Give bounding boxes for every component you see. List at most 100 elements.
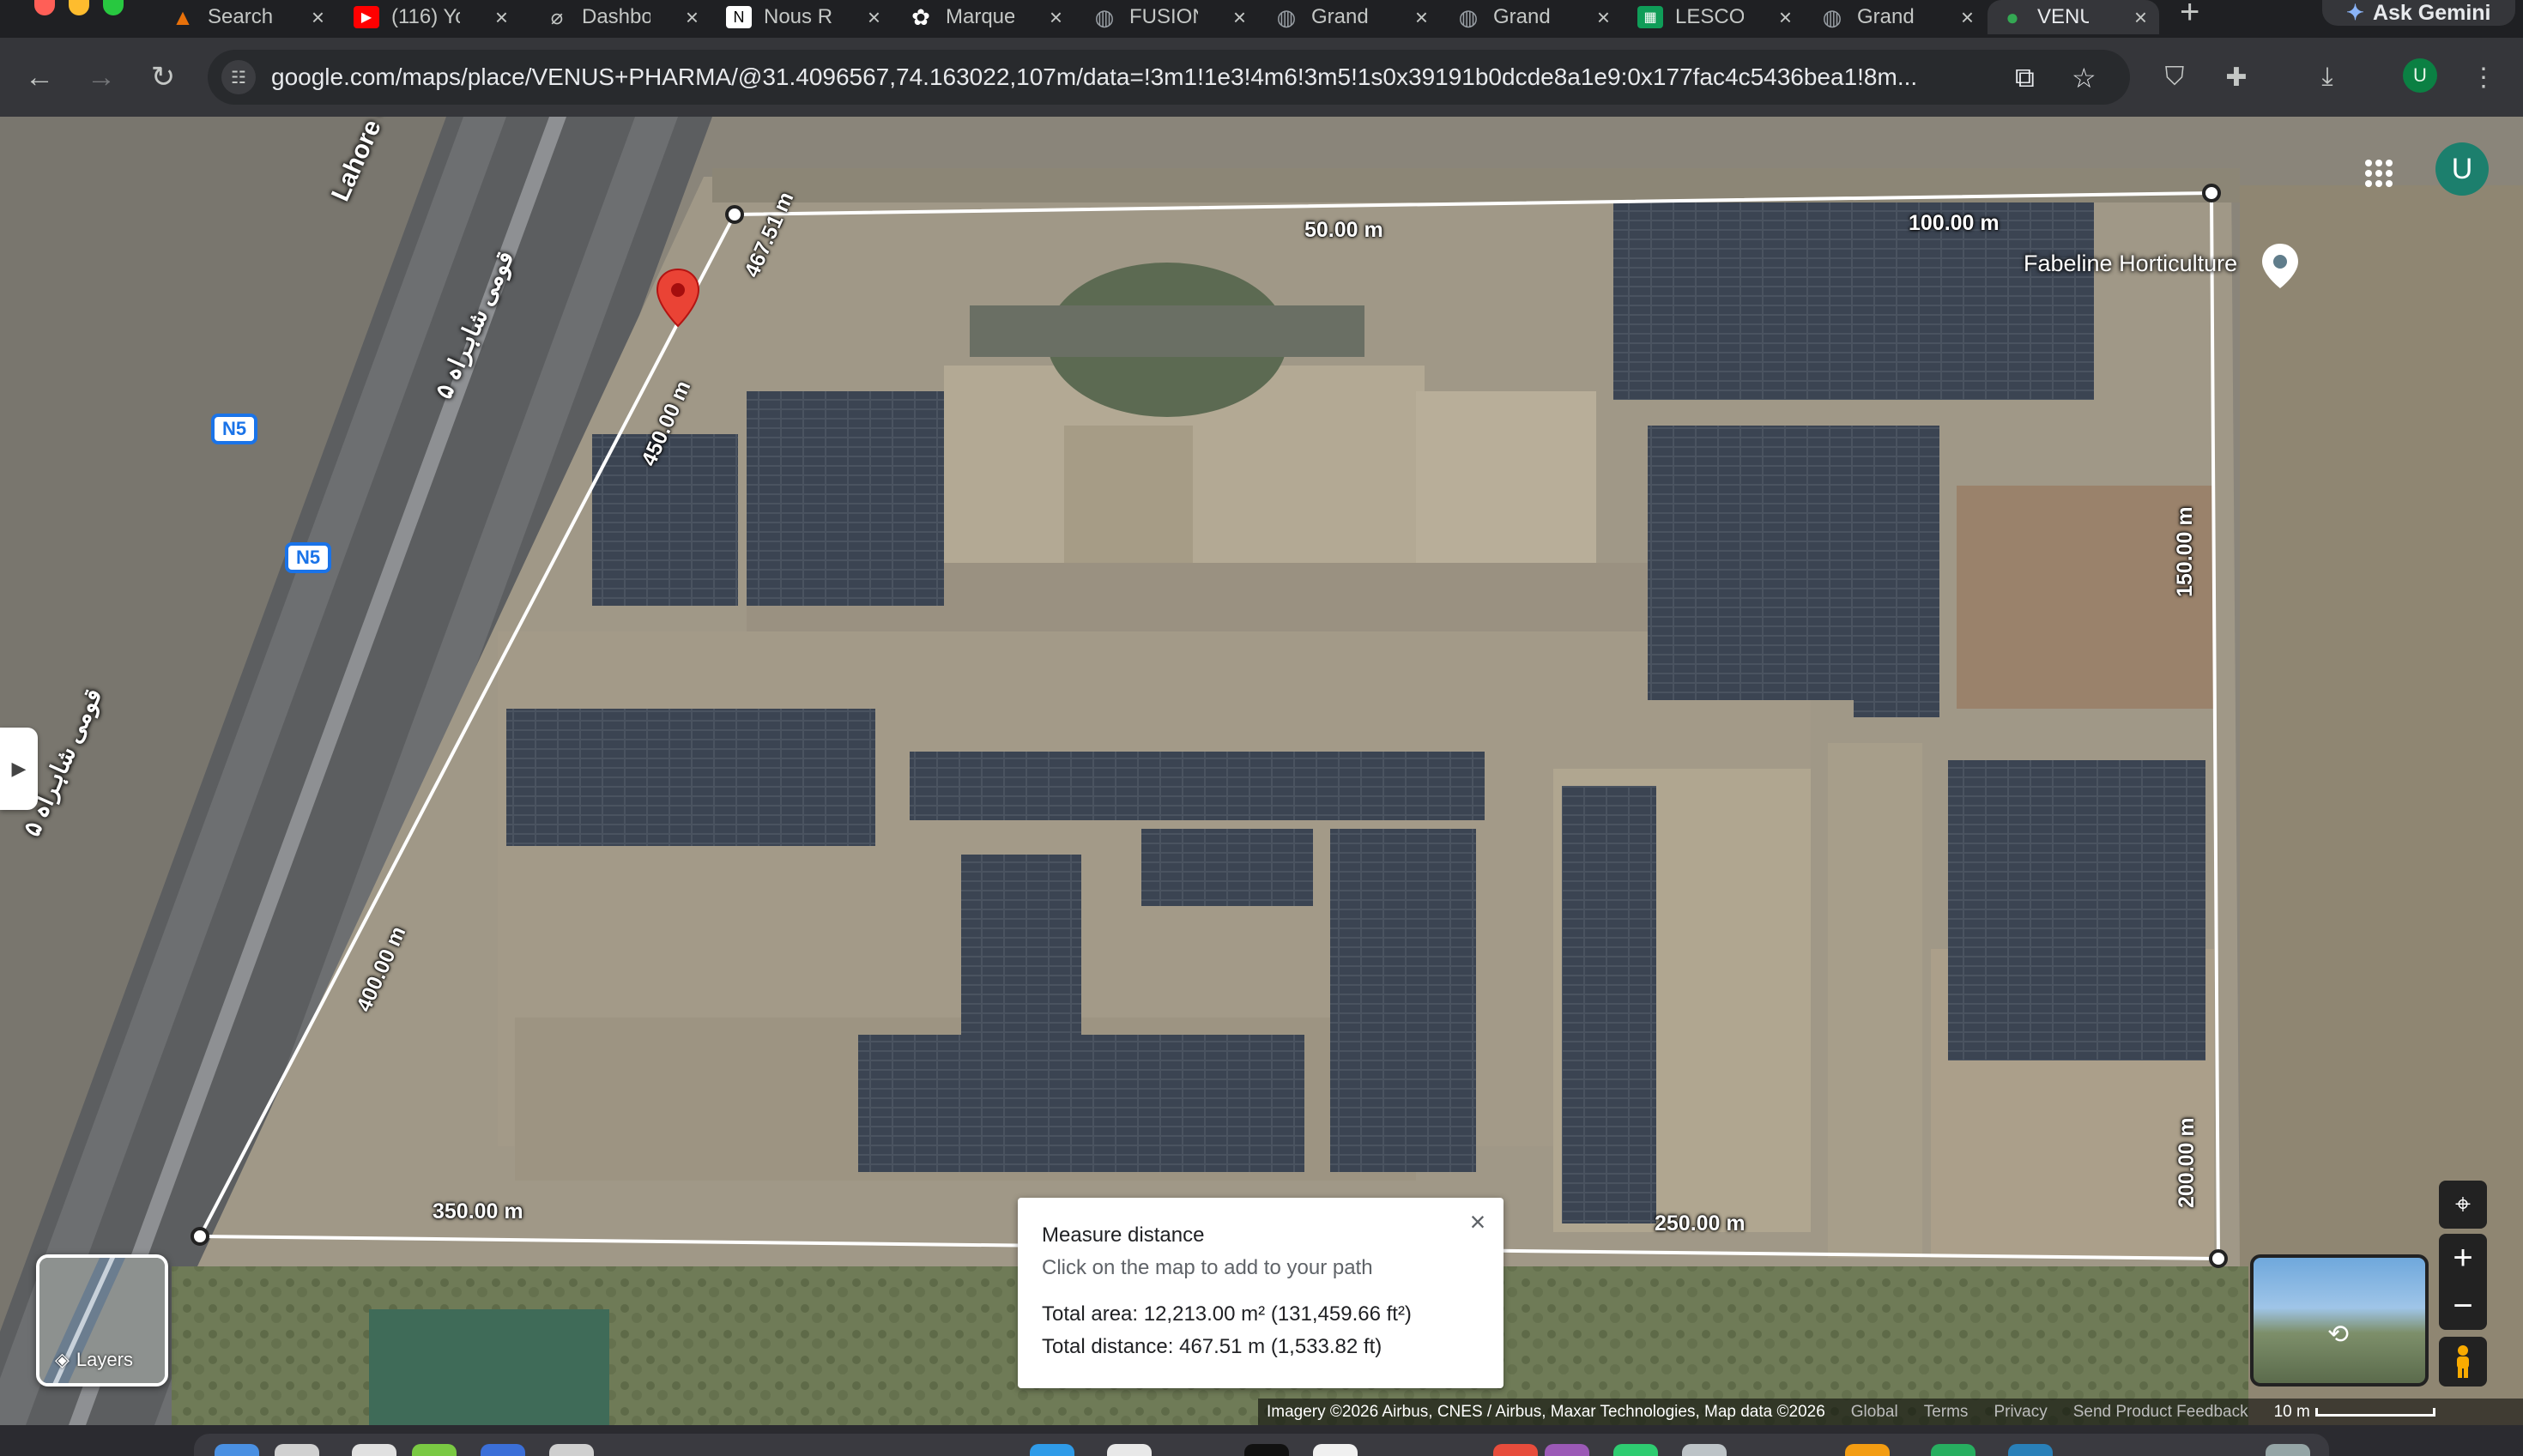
close-tab-icon[interactable]: × [1050, 4, 1062, 31]
google-apps-icon[interactable] [2365, 160, 2393, 187]
send-feedback-link[interactable]: Send Product Feedback [2073, 1403, 2248, 1422]
poi-label[interactable]: Fabeline Horticulture [2024, 251, 2237, 277]
tab-title: FUSION [1129, 5, 1198, 28]
more-menu-icon[interactable]: ⋮ [2463, 57, 2504, 98]
address-bar[interactable]: ☷ google.com/maps/place/VENUS+PHARMA/@31… [208, 50, 2130, 105]
zoom-in-button[interactable]: + [2439, 1234, 2487, 1282]
close-measure-icon[interactable]: × [1462, 1206, 1493, 1237]
forward-button[interactable]: → [81, 57, 122, 98]
dock-app-icon[interactable] [1030, 1444, 1074, 1456]
dock-app-icon[interactable] [2008, 1444, 2053, 1456]
poi-pin-icon[interactable] [2260, 242, 2300, 290]
close-tab-icon[interactable]: × [312, 4, 324, 31]
satellite-map[interactable]: Lahore - قومی شاہراہ ۵ قومی شاہراہ ۵ N5 … [0, 117, 2523, 1425]
tab-grand-1[interactable]: ◍ Grand × [1274, 0, 1428, 34]
nous-icon: N [726, 6, 752, 28]
dock-app-icon[interactable] [1613, 1444, 1658, 1456]
dock-app-icon[interactable] [1107, 1444, 1152, 1456]
close-tab-icon[interactable]: × [1961, 4, 1974, 31]
dock-app-icon[interactable] [1313, 1444, 1358, 1456]
macos-dock [0, 1425, 2523, 1456]
dock-app-icon[interactable] [352, 1444, 396, 1456]
tab-title: Grand [1311, 5, 1369, 28]
close-tab-icon[interactable]: × [1415, 4, 1428, 31]
dock-app-icon[interactable] [1845, 1444, 1890, 1456]
url-text[interactable]: google.com/maps/place/VENUS+PHARMA/@31.4… [271, 63, 2013, 91]
pegman-icon[interactable] [2439, 1337, 2487, 1387]
tab-venus-pharma[interactable]: ● VENUS PHARMA × [1988, 0, 2159, 34]
dock-app-icon[interactable] [275, 1444, 319, 1456]
tab-youtube[interactable]: ▶ (116) YouTube × [354, 0, 508, 34]
dock-app-icon[interactable] [1931, 1444, 1975, 1456]
dock-app-icon[interactable] [549, 1444, 594, 1456]
privacy-link[interactable]: Privacy [1994, 1403, 2047, 1422]
expand-side-panel-button[interactable]: ▶ [0, 728, 38, 810]
my-location-button[interactable]: ⌖ [2439, 1181, 2487, 1229]
maximize-window-button[interactable] [103, 0, 124, 15]
dock-app-icon[interactable] [481, 1444, 525, 1456]
shield-extension-icon[interactable]: ⛉ [2154, 57, 2195, 98]
scale-indicator[interactable]: 10 m [2274, 1403, 2435, 1422]
close-tab-icon[interactable]: × [1233, 4, 1246, 31]
map-footer: Imagery ©2026 Airbus, CNES / Airbus, Max… [1258, 1399, 2523, 1425]
minimize-window-button[interactable] [69, 0, 89, 15]
tab-title: Grand [1857, 5, 1915, 28]
ai-search-icon: ▲ [172, 3, 194, 30]
reload-button[interactable]: ↻ [142, 57, 184, 98]
tab-title: Grand [1493, 5, 1551, 28]
dock-app-icon[interactable] [1244, 1444, 1289, 1456]
tab-dashboard[interactable]: ⌀ Dashboard × [544, 0, 699, 34]
tab-title: (116) YouTube [391, 5, 460, 28]
total-distance-text: Total distance: 467.51 m (1,533.82 ft) [1042, 1335, 1383, 1358]
bookmark-star-icon[interactable]: ☆ [2072, 62, 2096, 94]
dock-app-icon[interactable] [215, 1444, 259, 1456]
back-button[interactable]: ← [19, 57, 60, 98]
dock-app-icon[interactable] [1493, 1444, 1538, 1456]
tab-nous[interactable]: N Nous Research × [726, 0, 880, 34]
tab-title: Dashboard [582, 5, 650, 28]
street-view-preview[interactable]: ⟲ [2250, 1254, 2429, 1387]
dock-app-icon[interactable] [412, 1444, 457, 1456]
dock-app-icon[interactable] [2266, 1444, 2310, 1456]
globe-icon: ◍ [1822, 3, 1842, 30]
site-info-icon[interactable]: ☷ [221, 60, 256, 94]
close-window-button[interactable] [34, 0, 55, 15]
close-tab-icon[interactable]: × [686, 4, 699, 31]
close-tab-icon[interactable]: × [1597, 4, 1610, 31]
close-tab-icon[interactable]: × [868, 4, 880, 31]
close-tab-icon[interactable]: × [2134, 4, 2147, 31]
measure-label-200m: 200.00 m [2175, 1117, 2199, 1208]
measure-label-50m: 50.00 m [1304, 218, 1383, 242]
total-area-text: Total area: 12,213.00 m² (131,459.66 ft²… [1042, 1302, 1412, 1326]
tab-lesco[interactable]: ▦ LESCO × [1637, 0, 1792, 34]
chatgpt-icon: ✿ [911, 3, 930, 30]
maps-pin-icon: ● [2006, 3, 2019, 30]
tab-title: VENUS PHARMA [2037, 5, 2089, 28]
tab-fusion[interactable]: ◍ FUSION × [1092, 0, 1246, 34]
terms-link[interactable]: Terms [1924, 1403, 1969, 1422]
new-tab-button[interactable]: + [2180, 0, 2199, 32]
measure-label-150m: 150.00 m [2173, 506, 2197, 597]
place-pin-icon[interactable] [656, 268, 700, 328]
extensions-puzzle-icon[interactable]: ✚ [2216, 57, 2257, 98]
tab-search[interactable]: ▲ Search × [170, 0, 324, 34]
measure-label-350m: 350.00 m [433, 1199, 523, 1223]
ask-gemini-button[interactable]: ✦ Ask Gemini [2322, 0, 2515, 26]
install-app-icon[interactable]: ⧉ [2015, 62, 2035, 94]
close-tab-icon[interactable]: × [1779, 4, 1792, 31]
sheets-icon: ▦ [1637, 6, 1663, 28]
browser-profile-avatar[interactable]: U [2403, 58, 2437, 93]
global-link[interactable]: Global [1851, 1403, 1898, 1422]
layers-button[interactable]: ◈ Layers [36, 1254, 168, 1387]
dock-app-icon[interactable] [1682, 1444, 1727, 1456]
tab-grand-3[interactable]: ◍ Grand × [1819, 0, 1974, 34]
measure-label-250m: 250.00 m [1655, 1211, 1746, 1235]
tab-grand-2[interactable]: ◍ Grand × [1455, 0, 1610, 34]
zoom-out-button[interactable]: − [2439, 1282, 2487, 1330]
paperclip-icon: ⌀ [550, 5, 564, 29]
download-icon[interactable]: ⤓ [2307, 57, 2348, 98]
close-tab-icon[interactable]: × [495, 4, 508, 31]
tab-marquee[interactable]: ✿ Marquee × [908, 0, 1062, 34]
dock-app-icon[interactable] [1545, 1444, 1589, 1456]
account-avatar[interactable]: U [2435, 142, 2489, 196]
